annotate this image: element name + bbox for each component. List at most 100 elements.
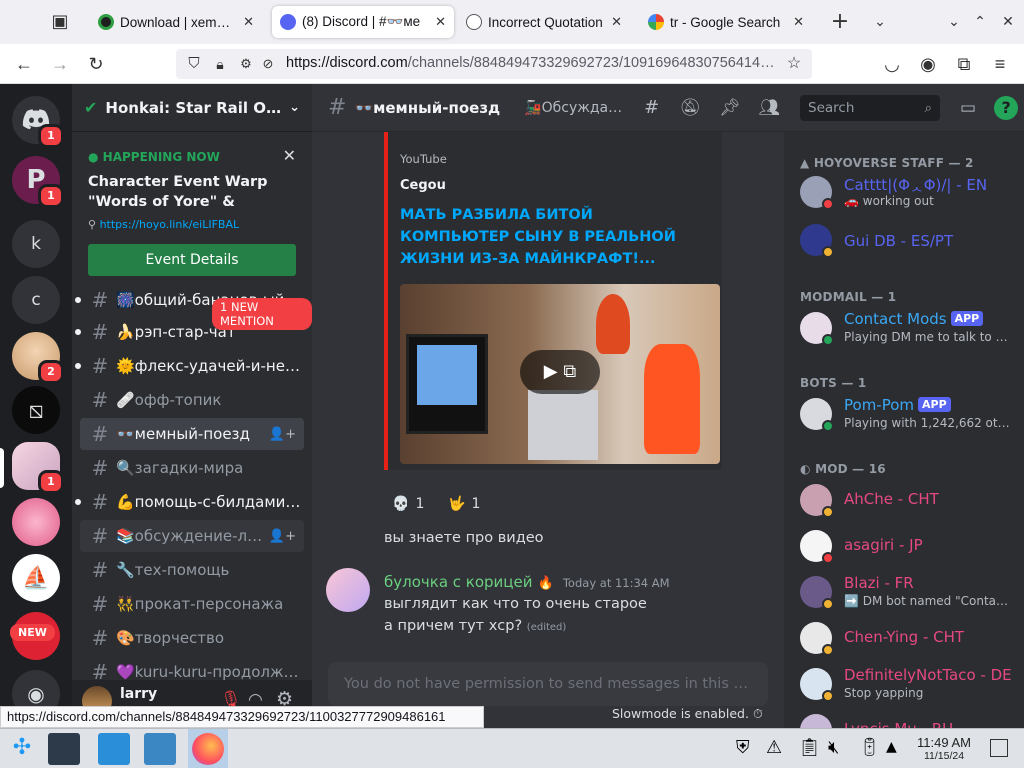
event-link[interactable]: ⚲ https://hoyo.link/eiLIFBAL (88, 218, 239, 231)
server-icon[interactable]: c (12, 276, 60, 324)
new-tab-button[interactable]: + (828, 10, 852, 34)
system-settings-icon[interactable] (48, 733, 80, 765)
channel-item[interactable]: # 👯прокат-персонажа (80, 588, 304, 620)
hash-icon: # (91, 626, 109, 650)
unread-dot (75, 363, 81, 369)
maximize-window-icon[interactable]: ⌃ (968, 10, 992, 34)
embed-author[interactable]: Cegou (400, 178, 446, 193)
tray-expand-icon[interactable]: ▲ (886, 739, 897, 755)
guild-header[interactable]: ✔ Honkai: Star Rail Offi... ⌄ (72, 84, 312, 132)
message-author[interactable]: булочка с корицей (384, 573, 532, 591)
security-shield-icon[interactable]: ⛨ (736, 737, 750, 758)
channel-item[interactable]: # 🌞флекс-удачей-и-неуд... (75, 350, 304, 382)
channel-item[interactable]: # 🩹офф-топик (80, 384, 304, 416)
member-item[interactable]: Contact Mods APP Playing DM me to talk to… (800, 308, 1020, 350)
message-composer[interactable]: You do not have permission to send messa… (328, 662, 768, 706)
search-input[interactable]: Search ⌕ (800, 94, 941, 121)
channel-item[interactable]: # 📚обсуждение-лора 👤+ (80, 520, 304, 552)
member-list-icon[interactable]: 👥︎ (758, 98, 780, 118)
reload-icon[interactable]: ↻ (84, 52, 108, 76)
close-tab-icon[interactable]: ✕ (611, 14, 622, 30)
server-icon[interactable]: P 1 (12, 156, 64, 208)
quotation-icon (466, 14, 482, 30)
server-icon[interactable] (12, 498, 60, 546)
server-icon-honkai[interactable]: 1 (12, 442, 64, 494)
avatar[interactable] (326, 568, 370, 612)
add-member-icon[interactable]: 👤+ (269, 529, 304, 544)
extensions-icon[interactable]: ⧉ (952, 52, 976, 76)
battery-icon[interactable]: 🔋︎ (858, 737, 881, 758)
add-member-icon[interactable]: 👤+ (269, 427, 304, 442)
camera-blocked-icon[interactable]: ⊘ (256, 52, 280, 76)
discover-store-icon[interactable] (98, 733, 130, 765)
forward-icon[interactable]: → (48, 52, 72, 76)
show-desktop-icon[interactable] (990, 739, 1008, 757)
server-icon[interactable]: 2 (12, 332, 64, 384)
volume-muted-icon[interactable]: 🔇︎ (828, 737, 839, 758)
shield-icon[interactable]: ⛉ (182, 52, 206, 76)
inbox-icon[interactable]: ▭ (960, 98, 976, 118)
close-icon[interactable]: ✕ (283, 146, 296, 165)
member-item[interactable]: Chen-Ying - CHT (800, 618, 1020, 660)
minimize-window-icon[interactable]: ⌄ (942, 10, 966, 34)
event-card: ● HAPPENING NOW ✕ Character Event Warp "… (80, 142, 304, 282)
member-item[interactable]: Catttt|(ΦᆺΦ)/| - EN 🚗 working out (800, 172, 1020, 214)
direct-messages-button[interactable]: 1 (12, 96, 64, 148)
server-icon[interactable]: ⧅ (12, 386, 60, 434)
browser-tab-xemu[interactable]: Download | xemu: O ✕ (90, 6, 262, 38)
updates-icon[interactable]: ⚠ (766, 737, 782, 758)
reaction-skull[interactable]: 💀 1 (384, 490, 432, 518)
app-launcher-icon[interactable]: ✣ (8, 735, 36, 763)
clipboard-icon[interactable]: 📋︎ (798, 737, 821, 758)
discord-icon (280, 14, 296, 30)
message-text: выглядит как что то очень старое (384, 596, 647, 612)
embed-title[interactable]: МАТЬ РАЗБИЛА БИТОЙ КОМПЬЮТЕР СЫНУ В РЕАЛ… (400, 204, 700, 270)
lock-icon[interactable]: 🔒︎ (208, 52, 232, 76)
list-tabs-icon[interactable]: ⌄ (868, 10, 892, 34)
permissions-icon[interactable]: ⚙ (234, 52, 258, 76)
channel-item[interactable]: # 🔍загадки-мира (80, 452, 304, 484)
help-icon[interactable]: ? (994, 95, 1019, 120)
close-tab-icon[interactable]: ✕ (793, 14, 804, 30)
event-details-button[interactable]: Event Details (88, 244, 296, 276)
bookmark-star-icon[interactable]: ☆ (782, 52, 806, 76)
pin-icon[interactable]: 📌︎ (719, 98, 741, 118)
browser-tab-google[interactable]: tr - Google Search ✕ (640, 6, 812, 38)
notification-bell-muted-icon[interactable]: 🔕︎ (679, 98, 701, 118)
address-bar[interactable]: ⛉ 🔒︎ ⚙ ⊘ https://discord.com/channels/88… (176, 49, 812, 79)
search-icon: ⌕ (924, 99, 933, 116)
video-thumbnail[interactable]: ▶ ⧉ (400, 284, 720, 464)
new-mention-banner[interactable]: 1 NEW MENTION (212, 298, 312, 330)
member-item[interactable]: DefinitelyNotTaco - DE Stop yapping (800, 664, 1020, 706)
play-button[interactable]: ▶ ⧉ (520, 350, 600, 394)
channel-item[interactable]: # 🎨творчество (80, 622, 304, 654)
server-icon[interactable]: ⛵ (12, 554, 60, 602)
back-icon[interactable]: ← (12, 52, 36, 76)
member-item[interactable]: asagiri - JP (800, 526, 1020, 568)
server-icon[interactable]: k (12, 220, 60, 268)
pocket-icon[interactable]: ◡ (880, 52, 904, 76)
account-icon[interactable]: ◉ (916, 52, 940, 76)
tab-overview-icon[interactable]: ▣ (48, 10, 72, 34)
firefox-taskbar-item[interactable] (188, 729, 228, 768)
member-item[interactable]: Lyncis Mu - RU (800, 710, 1020, 728)
close-tab-icon[interactable]: ✕ (243, 14, 254, 30)
browser-tab-quotation[interactable]: Incorrect Quotation ✕ (458, 6, 630, 38)
clock[interactable]: 11:49 AM 11/15/24 (912, 735, 976, 762)
member-item[interactable]: Gui DB - ES/PT (800, 220, 1020, 262)
menu-icon[interactable]: ≡ (988, 52, 1012, 76)
member-item[interactable]: Blazi - FR ➡️ DM bot named "Contact ... (800, 572, 1020, 614)
google-icon (648, 14, 664, 30)
member-item[interactable]: AhChe - CHT (800, 480, 1020, 522)
close-tab-icon[interactable]: ✕ (435, 14, 446, 30)
channel-item-selected[interactable]: # 👓мемный-поезд 👤+ (80, 418, 304, 450)
thread-link[interactable]: 🚂Обсуждае... (524, 100, 624, 116)
channel-item[interactable]: # 💪помощь-с-билдами-... (75, 486, 304, 518)
channel-item[interactable]: # 🔧тех-помощь (80, 554, 304, 586)
file-manager-icon[interactable] (144, 733, 176, 765)
member-item[interactable]: Pom-Pom APP Playing with 1,242,662 others… (800, 394, 1020, 436)
close-window-icon[interactable]: ✕ (996, 10, 1020, 34)
reaction-hand[interactable]: 🤟 1 (440, 490, 488, 518)
threads-icon[interactable]: # (644, 97, 659, 118)
browser-tab-discord[interactable]: (8) Discord | #👓ме ✕ (272, 6, 454, 38)
